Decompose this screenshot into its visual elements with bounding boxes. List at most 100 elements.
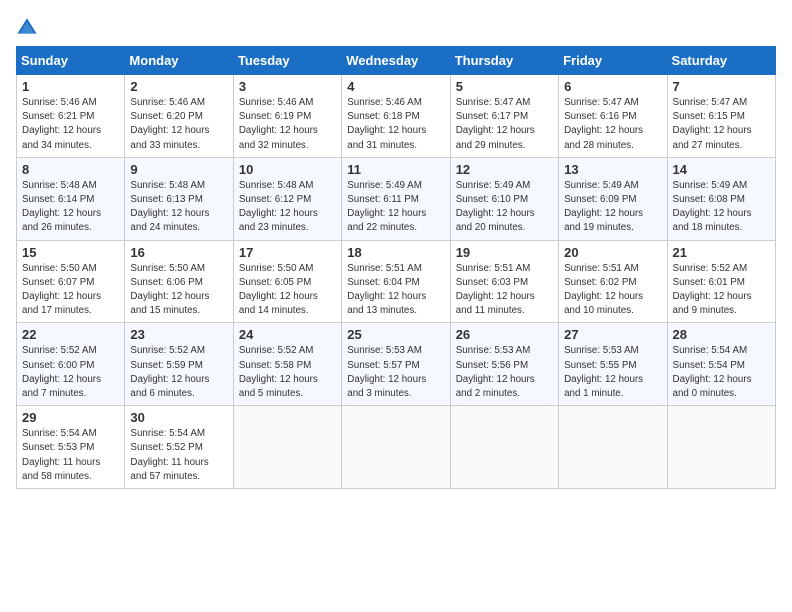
page-header [16, 16, 776, 38]
day-info: Sunrise: 5:54 AM Sunset: 5:53 PM Dayligh… [22, 427, 119, 484]
day-number: 14 [673, 162, 770, 177]
day-number: 28 [673, 327, 770, 342]
day-info: Sunrise: 5:49 AM Sunset: 6:08 PM Dayligh… [673, 179, 770, 236]
day-info: Sunrise: 5:54 AM Sunset: 5:52 PM Dayligh… [130, 427, 227, 484]
header-day-wednesday: Wednesday [342, 47, 450, 75]
day-number: 27 [564, 327, 661, 342]
calendar-cell: 6 Sunrise: 5:47 AM Sunset: 6:16 PM Daylig… [559, 75, 667, 158]
calendar-cell: 10Sunrise: 5:48 AM Sunset: 6:12 PM Dayli… [233, 157, 341, 240]
header-day-tuesday: Tuesday [233, 47, 341, 75]
day-info: Sunrise: 5:50 AM Sunset: 6:06 PM Dayligh… [130, 262, 227, 319]
calendar-cell: 19 Sunrise: 5:51 AM Sunset: 6:03 PM Dayli… [450, 240, 558, 323]
day-number: 26 [456, 327, 553, 342]
calendar-cell: 15 Sunrise: 5:50 AM Sunset: 6:07 PM Dayli… [17, 240, 125, 323]
day-number: 30 [130, 410, 227, 425]
calendar-cell: 16 Sunrise: 5:50 AM Sunset: 6:06 PM Dayli… [125, 240, 233, 323]
calendar-cell: 21 Sunrise: 5:52 AM Sunset: 6:01 PM Dayli… [667, 240, 775, 323]
header-day-monday: Monday [125, 47, 233, 75]
day-number: 10 [239, 162, 336, 177]
day-info: Sunrise: 5:48 AM Sunset: 6:13 PM Dayligh… [130, 179, 227, 236]
header-day-saturday: Saturday [667, 47, 775, 75]
day-number: 6 [564, 79, 661, 94]
calendar-cell: 25 Sunrise: 5:53 AM Sunset: 5:57 PM Dayli… [342, 323, 450, 406]
day-number: 19 [456, 245, 553, 260]
day-info: Sunrise: 5:50 AM Sunset: 6:07 PM Dayligh… [22, 262, 119, 319]
day-info: Sunrise: 5:52 AM Sunset: 5:59 PM Dayligh… [130, 344, 227, 401]
day-info: Sunrise: 5:49 AM Sunset: 6:11 PM Dayligh… [347, 179, 444, 236]
calendar-week-3: 15 Sunrise: 5:50 AM Sunset: 6:07 PM Dayli… [17, 240, 776, 323]
day-number: 11 [347, 162, 444, 177]
day-number: 7 [673, 79, 770, 94]
day-info: Sunrise: 5:51 AM Sunset: 6:03 PM Dayligh… [456, 262, 553, 319]
calendar-cell: 18 Sunrise: 5:51 AM Sunset: 6:04 PM Dayli… [342, 240, 450, 323]
day-number: 4 [347, 79, 444, 94]
calendar-cell: 23 Sunrise: 5:52 AM Sunset: 5:59 PM Dayli… [125, 323, 233, 406]
logo-icon [16, 16, 38, 38]
calendar-cell: 9 Sunrise: 5:48 AM Sunset: 6:13 PM Daylig… [125, 157, 233, 240]
day-info: Sunrise: 5:54 AM Sunset: 5:54 PM Dayligh… [673, 344, 770, 401]
calendar-cell: 28 Sunrise: 5:54 AM Sunset: 5:54 PM Dayli… [667, 323, 775, 406]
day-info: Sunrise: 5:47 AM Sunset: 6:15 PM Dayligh… [673, 96, 770, 153]
calendar-cell: 1Sunrise: 5:46 AM Sunset: 6:21 PM Daylig… [17, 75, 125, 158]
header-day-thursday: Thursday [450, 47, 558, 75]
calendar-table: SundayMondayTuesdayWednesdayThursdayFrid… [16, 46, 776, 489]
calendar-cell: 14 Sunrise: 5:49 AM Sunset: 6:08 PM Dayli… [667, 157, 775, 240]
day-info: Sunrise: 5:49 AM Sunset: 6:10 PM Dayligh… [456, 179, 553, 236]
day-info: Sunrise: 5:47 AM Sunset: 6:17 PM Dayligh… [456, 96, 553, 153]
day-info: Sunrise: 5:53 AM Sunset: 5:57 PM Dayligh… [347, 344, 444, 401]
logo [16, 16, 42, 38]
calendar-cell: 29Sunrise: 5:54 AM Sunset: 5:53 PM Dayli… [17, 406, 125, 489]
day-info: Sunrise: 5:50 AM Sunset: 6:05 PM Dayligh… [239, 262, 336, 319]
calendar-cell: 30 Sunrise: 5:54 AM Sunset: 5:52 PM Dayli… [125, 406, 233, 489]
calendar-cell: 7 Sunrise: 5:47 AM Sunset: 6:15 PM Daylig… [667, 75, 775, 158]
calendar-cell [667, 406, 775, 489]
calendar-cell: 3 Sunrise: 5:46 AM Sunset: 6:19 PM Daylig… [233, 75, 341, 158]
day-number: 8 [22, 162, 119, 177]
day-number: 25 [347, 327, 444, 342]
day-info: Sunrise: 5:46 AM Sunset: 6:19 PM Dayligh… [239, 96, 336, 153]
calendar-cell: 5 Sunrise: 5:47 AM Sunset: 6:17 PM Daylig… [450, 75, 558, 158]
day-number: 13 [564, 162, 661, 177]
calendar-week-2: 8 Sunrise: 5:48 AM Sunset: 6:14 PM Daylig… [17, 157, 776, 240]
day-number: 23 [130, 327, 227, 342]
calendar-cell [342, 406, 450, 489]
calendar-cell: 26 Sunrise: 5:53 AM Sunset: 5:56 PM Dayli… [450, 323, 558, 406]
day-info: Sunrise: 5:47 AM Sunset: 6:16 PM Dayligh… [564, 96, 661, 153]
calendar-header-row: SundayMondayTuesdayWednesdayThursdayFrid… [17, 47, 776, 75]
day-info: Sunrise: 5:52 AM Sunset: 6:00 PM Dayligh… [22, 344, 119, 401]
day-number: 15 [22, 245, 119, 260]
day-number: 20 [564, 245, 661, 260]
day-number: 3 [239, 79, 336, 94]
calendar-body: 1Sunrise: 5:46 AM Sunset: 6:21 PM Daylig… [17, 75, 776, 489]
day-number: 16 [130, 245, 227, 260]
calendar-cell: 12Sunrise: 5:49 AM Sunset: 6:10 PM Dayli… [450, 157, 558, 240]
day-number: 17 [239, 245, 336, 260]
calendar-cell [559, 406, 667, 489]
calendar-cell: 22 Sunrise: 5:52 AM Sunset: 6:00 PM Dayli… [17, 323, 125, 406]
day-info: Sunrise: 5:53 AM Sunset: 5:56 PM Dayligh… [456, 344, 553, 401]
day-number: 18 [347, 245, 444, 260]
day-info: Sunrise: 5:46 AM Sunset: 6:21 PM Dayligh… [22, 96, 119, 153]
day-number: 22 [22, 327, 119, 342]
day-number: 5 [456, 79, 553, 94]
calendar-cell [450, 406, 558, 489]
day-info: Sunrise: 5:51 AM Sunset: 6:04 PM Dayligh… [347, 262, 444, 319]
header-day-friday: Friday [559, 47, 667, 75]
day-info: Sunrise: 5:48 AM Sunset: 6:14 PM Dayligh… [22, 179, 119, 236]
calendar-cell: 11 Sunrise: 5:49 AM Sunset: 6:11 PM Dayli… [342, 157, 450, 240]
day-number: 2 [130, 79, 227, 94]
calendar-cell: 24 Sunrise: 5:52 AM Sunset: 5:58 PM Dayli… [233, 323, 341, 406]
calendar-cell: 13 Sunrise: 5:49 AM Sunset: 6:09 PM Dayli… [559, 157, 667, 240]
day-number: 24 [239, 327, 336, 342]
day-info: Sunrise: 5:52 AM Sunset: 5:58 PM Dayligh… [239, 344, 336, 401]
day-info: Sunrise: 5:52 AM Sunset: 6:01 PM Dayligh… [673, 262, 770, 319]
day-number: 9 [130, 162, 227, 177]
day-info: Sunrise: 5:46 AM Sunset: 6:20 PM Dayligh… [130, 96, 227, 153]
day-info: Sunrise: 5:51 AM Sunset: 6:02 PM Dayligh… [564, 262, 661, 319]
calendar-week-4: 22 Sunrise: 5:52 AM Sunset: 6:00 PM Dayli… [17, 323, 776, 406]
day-number: 21 [673, 245, 770, 260]
calendar-cell: 2 Sunrise: 5:46 AM Sunset: 6:20 PM Daylig… [125, 75, 233, 158]
day-info: Sunrise: 5:49 AM Sunset: 6:09 PM Dayligh… [564, 179, 661, 236]
calendar-cell: 4Sunrise: 5:46 AM Sunset: 6:18 PM Daylig… [342, 75, 450, 158]
header-day-sunday: Sunday [17, 47, 125, 75]
